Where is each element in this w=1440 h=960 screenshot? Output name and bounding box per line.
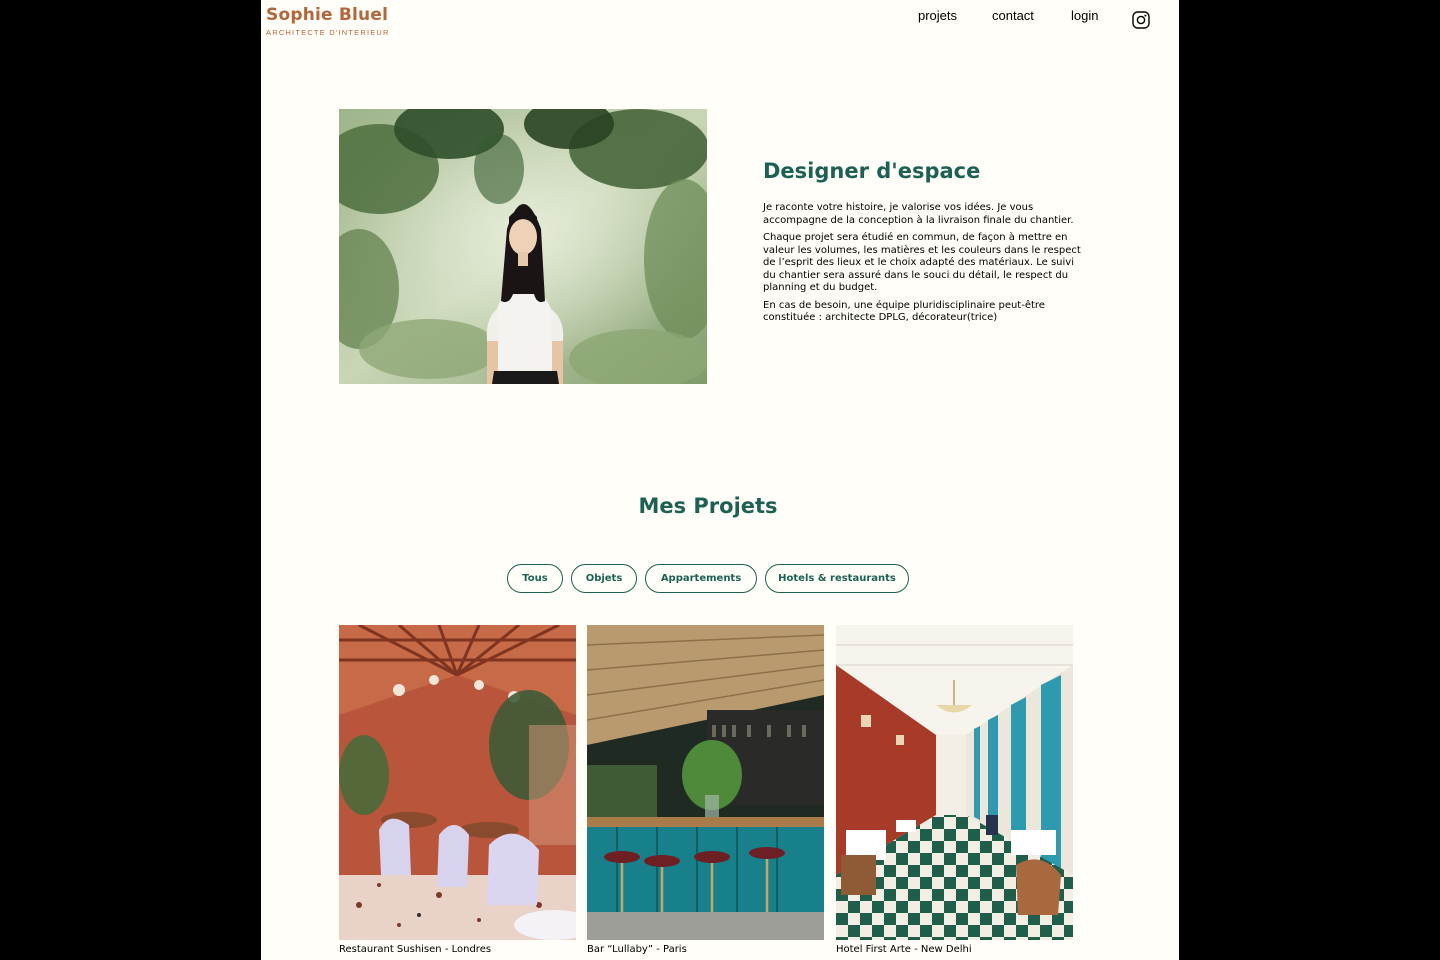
intro-paragraph: Je raconte votre histoire, je valorise v…: [763, 202, 1074, 226]
gallery-item[interactable]: Restaurant Sushisen - Londres: [339, 625, 576, 956]
nav-contact-link[interactable]: contact: [992, 7, 1034, 25]
intro-section: Designer d'espace Je raconte votre histo…: [763, 156, 1081, 330]
project-image[interactable]: [836, 625, 1073, 940]
project-caption: Bar “Lullaby” - Paris: [587, 944, 687, 955]
filter-appartements-button[interactable]: Appartements: [645, 564, 757, 593]
portrait-photo: [339, 109, 707, 384]
intro-paragraph: En cas de besoin, une équipe pluridiscip…: [763, 299, 1045, 324]
nav-projets-link[interactable]: projets: [918, 7, 957, 25]
page: Sophie Bluel ARCHITECTE D'INTERIEUR proj…: [261, 0, 1179, 960]
filter-objets-button[interactable]: Objets: [571, 564, 637, 593]
project-caption: Restaurant Sushisen - Londres: [339, 944, 492, 955]
nav-login-link[interactable]: login: [1071, 7, 1098, 25]
project-image[interactable]: [587, 625, 824, 940]
filter-tous-button[interactable]: Tous: [507, 564, 563, 593]
intro-title: Designer d'espace: [763, 159, 981, 183]
project-image[interactable]: [339, 625, 576, 940]
gallery-item[interactable]: Bar “Lullaby” - Paris: [587, 625, 824, 956]
instagram-icon[interactable]: [1132, 11, 1150, 29]
projects-title: Mes Projets: [638, 494, 778, 518]
gallery-item[interactable]: Hotel First Arte - New Delhi: [836, 625, 1073, 956]
intro-paragraph: Chaque projet sera étudié en commun, de …: [763, 232, 1081, 293]
main-nav: projets contact login: [261, 7, 1179, 29]
filter-hotels-restaurants-button[interactable]: Hotels & restaurants: [765, 564, 909, 593]
project-caption: Hotel First Arte - New Delhi: [836, 944, 972, 955]
logo-subtitle: ARCHITECTE D'INTERIEUR: [266, 28, 390, 37]
